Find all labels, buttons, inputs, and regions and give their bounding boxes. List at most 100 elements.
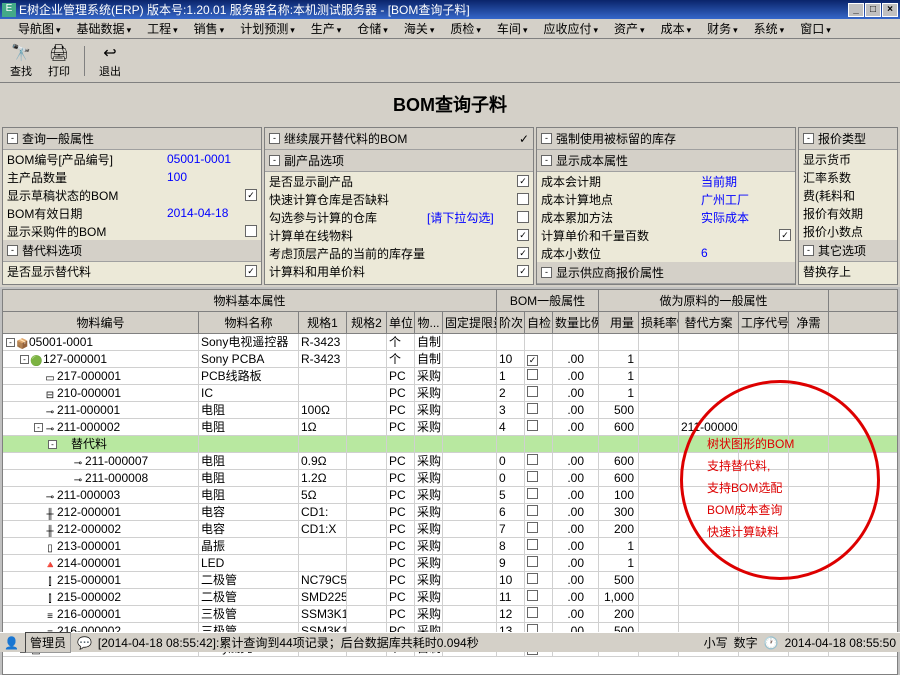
table-row[interactable]: ⊸211-000008 电阻 1.2Ω PC 采购 0 .00 600	[3, 470, 897, 487]
field-checkbox[interactable]: ✓	[517, 265, 529, 277]
sub-panel-header[interactable]: -替代料选项	[3, 240, 261, 262]
menu-item[interactable]: 计划预测▾	[232, 18, 303, 39]
table-row[interactable]: ⫿215-000001 二极管 NC79C55 PC 采购 10 .00 500	[3, 572, 897, 589]
column-header[interactable]: 自检	[525, 312, 553, 333]
table-row[interactable]: -替代料	[3, 436, 897, 453]
table-row[interactable]: -🟢127-000001 Sony PCBA R-3423 个 自制 10 ✓ …	[3, 351, 897, 368]
sub-panel-header[interactable]: -显示成本属性	[537, 150, 795, 172]
menu-item[interactable]: 海关▾	[396, 18, 443, 39]
column-header[interactable]: 替代方案	[679, 312, 739, 333]
menu-item[interactable]: 车间▾	[489, 18, 536, 39]
menu-item[interactable]: 质检▾	[442, 18, 489, 39]
row-checkbox[interactable]	[527, 488, 538, 499]
sub-panel-header[interactable]: -副产品选项	[265, 150, 533, 172]
collapse-icon[interactable]: -	[803, 133, 814, 144]
panel-header[interactable]: -查询一般属性	[3, 128, 261, 150]
menu-item[interactable]: 成本▾	[653, 18, 700, 39]
row-checkbox[interactable]	[527, 454, 538, 465]
minimize-button[interactable]: _	[848, 3, 864, 17]
field-value[interactable]: 广州工厂	[701, 191, 791, 208]
column-header[interactable]: 工序代号	[739, 312, 789, 333]
table-row[interactable]: ▭217-000001 PCB线路板 PC 采购 1 .00 1	[3, 368, 897, 385]
collapse-icon[interactable]: -	[541, 133, 552, 144]
menu-item[interactable]: 窗口▾	[792, 18, 839, 39]
table-row[interactable]: ≡216-000001 三极管 SSM3K15FS PC 采购 12 .00 2…	[3, 606, 897, 623]
sub-panel-header[interactable]: -其它选项	[799, 240, 897, 262]
row-checkbox[interactable]	[527, 420, 538, 431]
table-row[interactable]: ╫212-000002 电容 CD1:X PC 采购 7 .00 200	[3, 521, 897, 538]
exit-button[interactable]: ↩退出	[93, 41, 127, 81]
panel-checkbox[interactable]: ✓	[519, 132, 529, 146]
row-checkbox[interactable]	[527, 386, 538, 397]
close-button[interactable]: ×	[882, 3, 898, 17]
field-checkbox[interactable]: ✓	[245, 189, 257, 201]
maximize-button[interactable]: □	[865, 3, 881, 17]
tree-expand-icon[interactable]: -	[34, 423, 43, 432]
table-row[interactable]: 🔺214-000001 LED PC 采购 9 .00 1	[3, 555, 897, 572]
collapse-icon[interactable]: -	[7, 133, 18, 144]
row-checkbox[interactable]	[527, 573, 538, 584]
menu-item[interactable]: 导航图▾	[10, 18, 69, 39]
column-header[interactable]: 物...	[415, 312, 443, 333]
field-checkbox[interactable]: ✓	[517, 175, 529, 187]
menu-item[interactable]: 仓储▾	[349, 18, 396, 39]
table-row[interactable]: ▯213-000001 晶振 PC 采购 8 .00 1	[3, 538, 897, 555]
row-checkbox[interactable]	[527, 369, 538, 380]
column-header[interactable]: 用量	[599, 312, 639, 333]
column-header[interactable]: 损耗率%	[639, 312, 679, 333]
field-value[interactable]: [请下拉勾选]	[427, 209, 517, 226]
tree-expand-icon[interactable]: -	[48, 440, 57, 449]
field-checkbox[interactable]	[245, 225, 257, 237]
menu-item[interactable]: 生产▾	[303, 18, 350, 39]
menu-item[interactable]: 应收应付▾	[535, 18, 606, 39]
menu-item[interactable]: 工程▾	[139, 18, 186, 39]
column-header[interactable]: 单位	[387, 312, 415, 333]
find-button[interactable]: 🔭查找	[4, 41, 38, 81]
tree-expand-icon[interactable]: -	[20, 355, 29, 364]
menu-item[interactable]: 基础数据▾	[69, 18, 140, 39]
table-row[interactable]: ╫212-000001 电容 CD1: PC 采购 6 .00 300	[3, 504, 897, 521]
tree-expand-icon[interactable]: -	[6, 338, 15, 347]
row-checkbox[interactable]	[527, 522, 538, 533]
table-row[interactable]: ⊸211-000001 电阻 100Ω PC 采购 3 .00 500	[3, 402, 897, 419]
field-value[interactable]: 2014-04-18	[167, 206, 257, 220]
field-value[interactable]: 100	[167, 170, 257, 184]
column-header[interactable]: 物料编号	[3, 312, 199, 333]
panel-header[interactable]: -报价类型	[799, 128, 897, 150]
collapse-icon[interactable]: -	[803, 245, 814, 256]
collapse-icon[interactable]: -	[7, 245, 18, 256]
print-button[interactable]: 🖨打印	[42, 41, 76, 81]
column-header[interactable]: 净需	[789, 312, 829, 333]
field-checkbox[interactable]: ✓	[517, 229, 529, 241]
panel-header[interactable]: -继续展开替代料的BOM✓	[265, 128, 533, 150]
row-checkbox[interactable]	[527, 505, 538, 516]
field-value[interactable]: 6	[701, 246, 791, 260]
menu-item[interactable]: 销售▾	[186, 18, 233, 39]
field-checkbox[interactable]: ✓	[779, 229, 791, 241]
table-row[interactable]: -📦05001-0001 Sony电视遥控器 R-3423 个 自制	[3, 334, 897, 351]
column-header[interactable]: 数量比例...	[553, 312, 599, 333]
sub-panel-footer[interactable]: -显示供应商报价属性	[537, 262, 795, 284]
menu-item[interactable]: 系统▾	[746, 18, 793, 39]
table-row[interactable]: ⫿215-000002 二极管 SMD225PA PC 采购 11 .00 1,…	[3, 589, 897, 606]
field-checkbox[interactable]: ✓	[245, 265, 257, 277]
table-row[interactable]: -⊸211-000002 电阻 1Ω PC 采购 4 .00 600 211-0…	[3, 419, 897, 436]
field-value[interactable]: 实际成本	[701, 209, 791, 226]
collapse-icon[interactable]: -	[269, 133, 280, 144]
row-checkbox[interactable]	[527, 403, 538, 414]
column-header[interactable]: 规格1	[299, 312, 347, 333]
row-checkbox[interactable]	[527, 607, 538, 618]
row-checkbox[interactable]	[527, 556, 538, 567]
grid-body[interactable]: -📦05001-0001 Sony电视遥控器 R-3423 个 自制 -🟢127…	[3, 334, 897, 674]
column-header[interactable]: 阶次	[497, 312, 525, 333]
row-checkbox[interactable]	[527, 590, 538, 601]
menu-item[interactable]: 财务▾	[699, 18, 746, 39]
row-checkbox[interactable]: ✓	[527, 355, 538, 366]
column-header[interactable]: 物料名称	[199, 312, 299, 333]
field-value[interactable]: 当前期	[701, 173, 791, 190]
menu-item[interactable]: 资产▾	[606, 18, 653, 39]
table-row[interactable]: ⊟210-000001 IC PC 采购 2 .00 1	[3, 385, 897, 402]
collapse-icon[interactable]: -	[541, 155, 552, 166]
panel-header[interactable]: -强制使用被标留的库存	[537, 128, 795, 150]
collapse-icon[interactable]: -	[269, 155, 280, 166]
